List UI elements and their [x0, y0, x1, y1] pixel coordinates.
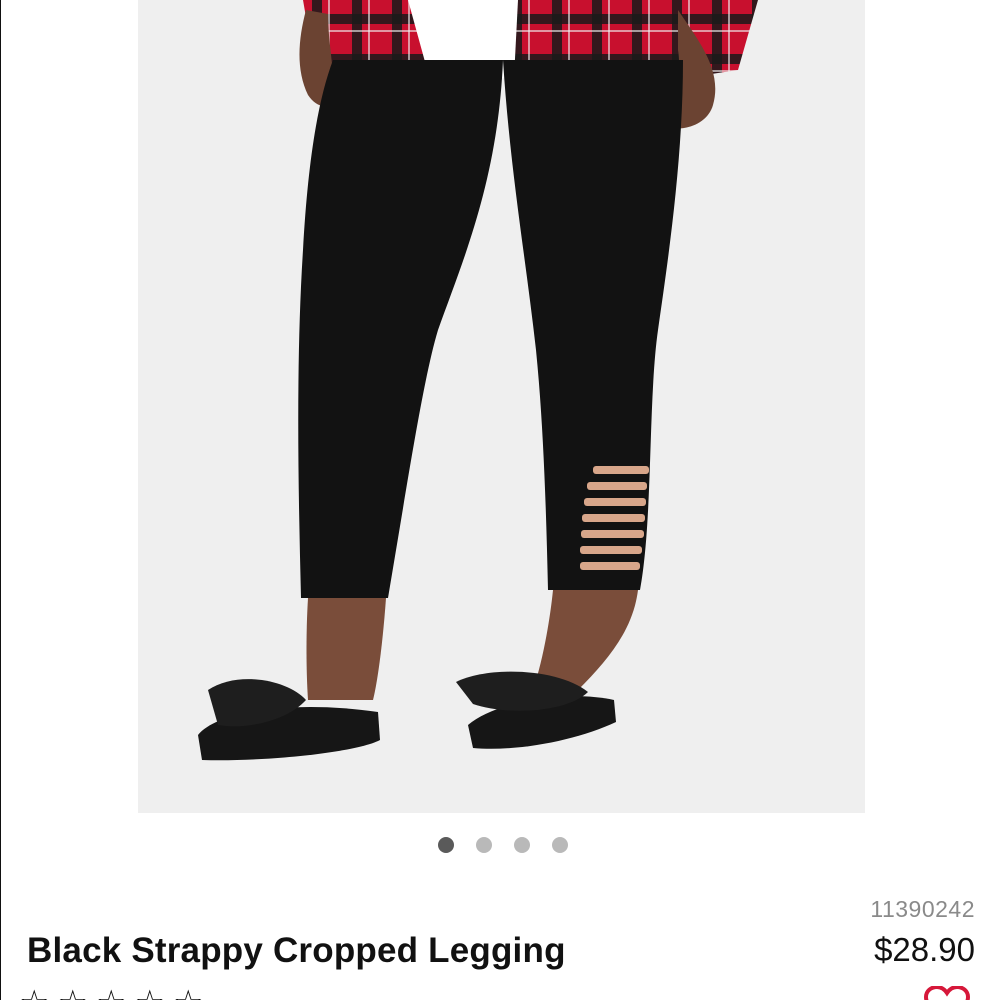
- carousel-dot-3[interactable]: [514, 837, 530, 853]
- product-price: $28.90: [874, 931, 975, 968]
- product-photo-illustration: [138, 0, 865, 813]
- carousel-dot-1[interactable]: [438, 837, 454, 853]
- star-icon: ☆: [57, 986, 87, 1000]
- wishlist-button[interactable]: [922, 984, 972, 1000]
- rating-stars[interactable]: ☆ ☆ ☆ ☆ ☆: [19, 986, 203, 1000]
- carousel-pagination: [1, 837, 1000, 853]
- carousel-dot-4[interactable]: [552, 837, 568, 853]
- star-icon: ☆: [19, 986, 49, 1000]
- product-image[interactable]: [138, 0, 865, 813]
- product-sku: 11390242: [870, 896, 975, 922]
- star-icon: ☆: [134, 986, 164, 1000]
- carousel-dot-2[interactable]: [476, 837, 492, 853]
- star-icon: ☆: [96, 986, 126, 1000]
- product-title: Black Strappy Cropped Legging: [27, 931, 566, 970]
- star-icon: ☆: [173, 986, 203, 1000]
- product-page: 11390242 Black Strappy Cropped Legging $…: [0, 0, 1000, 1000]
- heart-icon: [923, 984, 971, 1000]
